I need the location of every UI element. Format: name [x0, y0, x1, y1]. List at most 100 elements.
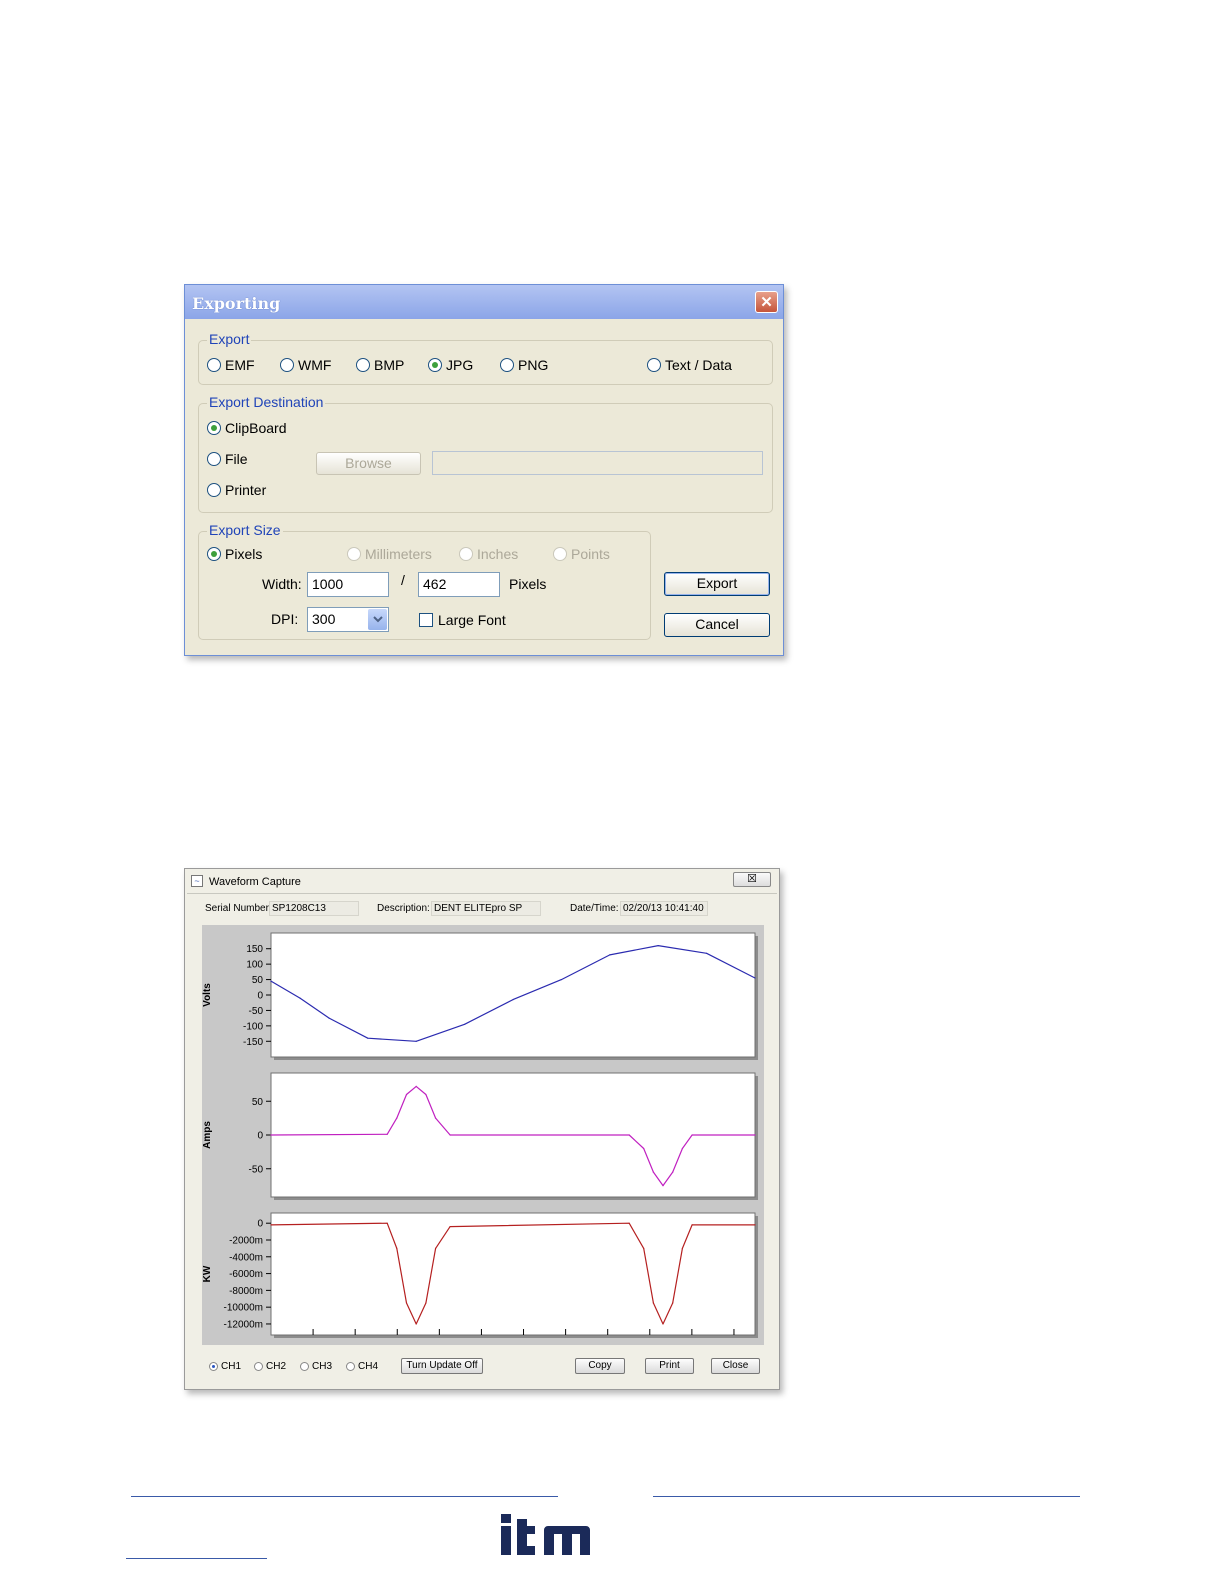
cancel-button[interactable]: Cancel	[664, 613, 770, 637]
channel-ch1-label: CH1	[221, 1361, 242, 1372]
format-wmf-radio[interactable]: WMF	[280, 357, 331, 373]
kw-point	[449, 1225, 451, 1228]
dpi-select[interactable]: 300	[307, 607, 389, 632]
radio-selected-icon	[428, 358, 442, 372]
kw-point	[434, 1247, 437, 1249]
turn-update-off-button[interactable]: Turn Update Off	[401, 1358, 483, 1374]
channel-ch1-radio[interactable]: CH1	[209, 1361, 241, 1372]
format-emf-label: EMF	[225, 357, 255, 373]
chevron-down-icon[interactable]	[368, 609, 387, 630]
channel-ch3-label: CH3	[312, 1361, 333, 1372]
amps-point	[754, 1134, 756, 1136]
amps-point	[652, 1171, 654, 1173]
destination-printer-radio[interactable]: Printer	[207, 482, 266, 498]
kw-ytick-label: -2000m	[229, 1235, 263, 1246]
volts-plot-area	[270, 932, 756, 1058]
size-unit-label: Pixels	[509, 576, 547, 592]
volts-ytick-label: -100	[243, 1021, 263, 1032]
export-destination-legend: Export Destination	[207, 394, 326, 410]
dialog-title: Exporting	[192, 294, 281, 313]
volts-ytick-label: 50	[252, 975, 264, 986]
radio-icon	[553, 547, 567, 561]
destination-printer-label: Printer	[225, 482, 267, 498]
file-path-input[interactable]	[432, 451, 763, 475]
amps-point	[425, 1093, 427, 1096]
amps-point	[270, 1134, 272, 1136]
kw-point	[386, 1222, 388, 1224]
unit-points-radio[interactable]: Points	[553, 546, 610, 562]
browse-button[interactable]: Browse	[316, 452, 421, 475]
amps-point	[386, 1133, 388, 1135]
export-size-legend: Export Size	[207, 522, 283, 538]
width-input[interactable]: 1000	[307, 572, 389, 597]
radio-icon	[300, 1362, 309, 1371]
channel-ch2-radio[interactable]: CH2	[254, 1361, 286, 1372]
footer-rule-left	[131, 1496, 558, 1497]
print-button[interactable]: Print	[645, 1358, 694, 1374]
amps-point	[415, 1085, 417, 1087]
format-bmp-radio[interactable]: BMP	[356, 357, 404, 373]
kw-axis-label: KW	[202, 1265, 213, 1282]
destination-file-radio[interactable]: File	[207, 451, 248, 467]
checkbox-icon	[419, 613, 433, 627]
serial-number-label: Serial Number:	[205, 903, 272, 914]
kw-point	[681, 1247, 683, 1249]
kw-ytick-label: -4000m	[229, 1252, 263, 1263]
kw-ytick-label: -10000m	[224, 1303, 263, 1314]
amps-ytick-label: 50	[252, 1097, 264, 1108]
kw-ytick-label: -8000m	[229, 1286, 263, 1297]
destination-clipboard-radio[interactable]: ClipBoard	[207, 420, 286, 436]
volts-ytick-label: 100	[246, 960, 263, 971]
amps-point	[405, 1093, 408, 1096]
volts-point	[609, 954, 611, 956]
unit-inches-radio[interactable]: Inches	[459, 546, 518, 562]
unit-millimeters-radio[interactable]: Millimeters	[347, 546, 432, 562]
volts-point	[706, 952, 708, 954]
dpi-value: 300	[312, 611, 336, 627]
datetime-field: 02/20/13 10:41:40	[620, 901, 708, 916]
radio-icon	[346, 1362, 355, 1371]
footer-rule-bottom	[126, 1558, 267, 1559]
kw-point	[405, 1302, 408, 1304]
kw-plot-area	[270, 1212, 756, 1336]
radio-icon	[207, 483, 221, 497]
kw-ytick-label: -6000m	[229, 1269, 263, 1280]
kw-point	[754, 1224, 756, 1226]
waveform-charts-svg: 150 100 50 0 -50 -100 -150 Volts 50 0 -50 Amps 0 -200…	[202, 932, 758, 1338]
close-icon[interactable]: ☒	[733, 872, 771, 887]
volts-point	[512, 999, 514, 1001]
format-emf-radio[interactable]: EMF	[207, 357, 255, 373]
radio-icon	[500, 358, 514, 372]
kw-point	[425, 1302, 427, 1304]
volts-point	[415, 1040, 417, 1042]
radio-icon	[254, 1362, 263, 1371]
height-input[interactable]: 462	[418, 572, 500, 597]
channel-ch4-label: CH4	[358, 1361, 379, 1372]
close-icon[interactable]: ✕	[755, 291, 778, 313]
waveform-window-title: Waveform Capture	[209, 876, 301, 888]
volts-ytick-label: 150	[246, 944, 263, 955]
amps-point	[662, 1185, 664, 1187]
export-button[interactable]: Export	[664, 572, 770, 596]
format-png-label: PNG	[518, 357, 549, 373]
export-format-legend: Export	[207, 331, 252, 347]
amps-point	[672, 1171, 674, 1173]
large-font-checkbox[interactable]: Large Font	[419, 612, 506, 628]
radio-icon	[647, 358, 661, 372]
unit-pixels-radio[interactable]: Pixels	[207, 546, 262, 562]
amps-point	[628, 1134, 630, 1136]
radio-icon	[207, 358, 221, 372]
channel-ch3-radio[interactable]: CH3	[300, 1361, 332, 1372]
format-jpg-radio[interactable]: JPG	[428, 357, 473, 373]
close-button[interactable]: Close	[711, 1358, 760, 1374]
channel-ch2-label: CH2	[266, 1361, 287, 1372]
radio-selected-icon	[207, 547, 221, 561]
channel-ch4-radio[interactable]: CH4	[346, 1361, 378, 1372]
format-text-radio[interactable]: Text / Data	[647, 357, 732, 373]
copy-button[interactable]: Copy	[575, 1358, 625, 1374]
format-png-radio[interactable]: PNG	[500, 357, 548, 373]
radio-selected-icon	[207, 421, 221, 435]
radio-selected-icon	[209, 1362, 218, 1371]
unit-points-label: Points	[571, 546, 610, 562]
titlebar-divider	[187, 893, 777, 894]
